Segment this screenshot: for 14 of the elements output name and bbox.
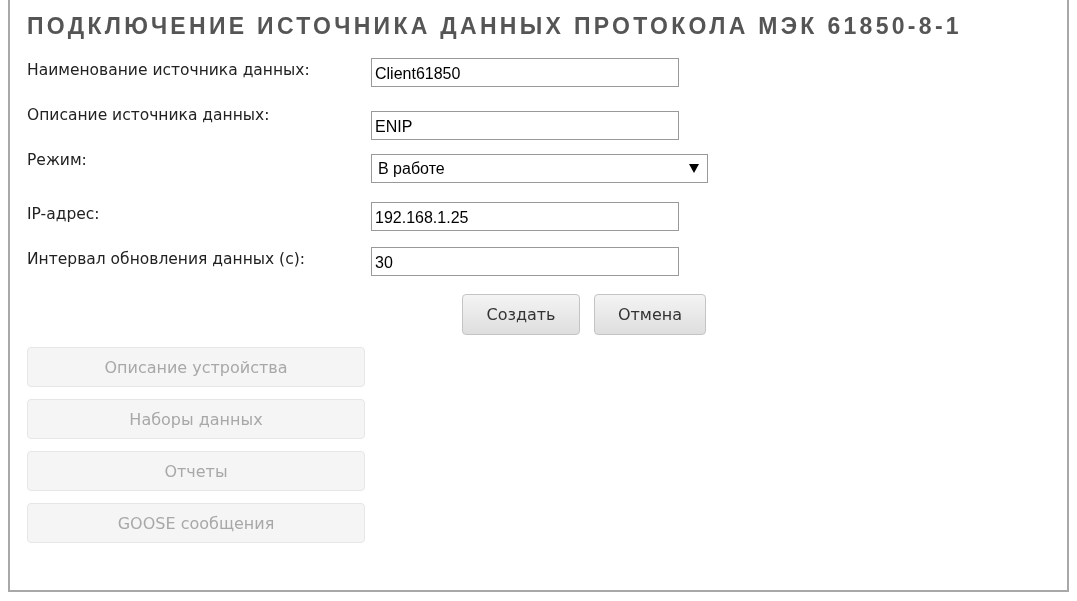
field-label: Интервал обновления данных (с): (27, 249, 306, 268)
field-label: IP-адрес: (27, 204, 101, 223)
caret-icon (689, 164, 699, 173)
input-field[interactable]: 192.168.1.25 (371, 202, 679, 231)
action-button[interactable]: Создать (462, 294, 580, 335)
input-field[interactable]: 30 (371, 247, 679, 276)
input-field[interactable]: Client61850 (371, 58, 679, 87)
action-button[interactable]: Отмена (594, 294, 706, 335)
field-label: Описание источника данных: (27, 105, 271, 124)
dropdown[interactable]: В работе (371, 154, 708, 183)
page-title: ПОДКЛЮЧЕНИЕ ИСТОЧНИКА ДАННЫХ ПРОТОКОЛА МЭК 61850-8-1 (27, 12, 963, 41)
input-field[interactable]: ENIP (371, 111, 679, 140)
field-label: Режим: (27, 150, 88, 169)
field-label: Наименование источника данных: (27, 60, 311, 79)
